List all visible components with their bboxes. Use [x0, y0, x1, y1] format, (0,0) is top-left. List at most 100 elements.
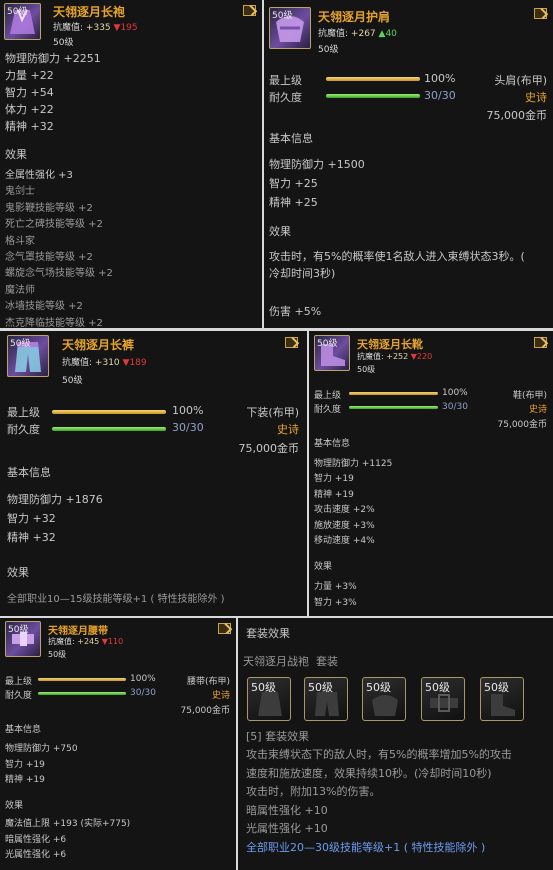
shoulder-level: 50级	[318, 45, 339, 55]
top-level-value: 100%	[442, 388, 468, 398]
set-slot-shoes[interactable]: 50级	[480, 677, 524, 721]
durability-value: 30/30	[442, 402, 468, 412]
resist-down: ▼110	[101, 637, 124, 646]
robe-resist: 抗魔值: +335 ▼195	[53, 20, 138, 33]
shoes-resist: 抗魔值: +252 ▼220	[357, 351, 432, 362]
belt-silhouette-icon	[430, 694, 458, 712]
belt-name: 天翎逐月腰带	[48, 626, 108, 637]
price: 75,000金币	[486, 109, 548, 122]
rarity: 史诗	[211, 691, 230, 701]
effect-line: 全部职业10—15级技能等级+1 ( 特性技能除外 )	[7, 594, 225, 605]
set-slot-shoulder[interactable]: 50级	[362, 677, 406, 721]
set-effect-panel: 套装效果 天翎逐月战袍 套装 50级 50级 50级 50级 50级 [5] 套…	[238, 618, 553, 870]
resist-up: +267	[350, 29, 376, 39]
shoulder-item-icon[interactable]: 50级	[269, 7, 311, 49]
shoes-level-badge: 50级	[317, 339, 338, 349]
price: 75,000金币	[238, 442, 300, 455]
stat-line: 移动速度 +4%	[314, 536, 375, 547]
effects-header: 效果	[5, 801, 24, 811]
set-suffix: 套装	[316, 655, 338, 668]
set-header: 套装效果	[246, 627, 290, 640]
durability-bar	[52, 427, 166, 431]
set-slot-pants[interactable]: 50级	[304, 677, 348, 721]
resist-label: 抗魔值:	[318, 29, 349, 39]
resist-label: 抗魔值:	[53, 23, 84, 33]
stat-line: 物理防御力 +1125	[314, 459, 393, 469]
top-level-bar	[38, 678, 126, 681]
effect-line: 螺旋念气场技能等级 +2	[5, 268, 113, 280]
effect-line: 杰克降临技能等级 +2	[5, 317, 103, 328]
shoes-silhouette-icon	[491, 694, 515, 716]
pants-name: 天翎逐月长裤	[62, 338, 135, 352]
pants-level-badge: 50级	[10, 339, 31, 349]
effect-line: 鬼影鞭技能等级 +2	[5, 202, 93, 214]
stat-line: 智力 +25	[269, 177, 318, 190]
stat-line: 智力 +19	[5, 759, 45, 770]
belt-tooltip: 50级 天翎逐月腰带 抗魔值: +245 ▼110 50级 最上级 100% 耐…	[0, 618, 236, 870]
set-description: 攻击束缚状态下的敌人时，有5%的概率增加5%的攻击 速度和施放速度，效果持续10…	[246, 746, 512, 857]
edit-icon[interactable]	[218, 623, 231, 634]
effect-text: 攻击时，有5%的概率使1名敌人进入束缚状态3秒。( 冷却时间3秒)	[269, 248, 525, 282]
edit-icon[interactable]	[285, 337, 298, 348]
rarity: 史诗	[277, 423, 299, 436]
rarity: 史诗	[528, 405, 547, 415]
basic-info-header: 基本信息	[269, 132, 313, 145]
effect-line: 魔法师	[5, 284, 35, 296]
effect-line: 念气罩技能等级 +2	[5, 252, 93, 264]
set-name: 天翎逐月战袍	[243, 655, 309, 668]
set-desc-line: 攻击时，附加13%的伤害。	[246, 785, 381, 798]
robe-stats: 物理防御力 +2251 力量 +22 智力 +54 体力 +22 精神 +32	[5, 50, 101, 135]
set-tier-label: [5] 套装效果	[246, 730, 310, 743]
resist-up2: ▲40	[378, 29, 397, 39]
top-level-bar	[326, 77, 420, 81]
shoulder-resist: 抗魔值: +267 ▲40	[318, 26, 397, 39]
edit-icon[interactable]	[243, 5, 256, 16]
durability-value: 30/30	[130, 688, 156, 698]
top-level-label: 最上级	[269, 74, 302, 87]
resist-up: +252	[386, 352, 409, 361]
pants-silhouette-icon	[315, 692, 339, 716]
robe-effects: 全属性强化 +3 鬼剑士 鬼影鞭技能等级 +2 死亡之碑技能等级 +2 格斗家 …	[5, 168, 113, 328]
shoes-tooltip: 50级 天翎逐月长靴 抗魔值: +252 ▼220 50级 最上级 100% 耐…	[309, 331, 553, 616]
effect-line: 暗属性强化 +6	[5, 834, 67, 845]
top-level-value: 100%	[130, 674, 156, 684]
stat-line: 精神 +32	[5, 120, 54, 133]
stat-line: 物理防御力 +1876	[7, 493, 103, 506]
damage-line: 伤害 +5%	[269, 305, 322, 318]
pants-item-icon[interactable]: 50级	[7, 335, 49, 377]
robe-item-icon[interactable]: 50级	[4, 3, 41, 40]
edit-icon[interactable]	[534, 337, 547, 348]
robe-effects-header: 效果	[5, 148, 27, 161]
robe-silhouette-icon	[258, 692, 282, 716]
set-slot-robe[interactable]: 50级	[247, 677, 291, 721]
stat-line: 精神 +19	[314, 489, 354, 500]
shoes-item-icon[interactable]: 50级	[314, 335, 350, 371]
top-level-label: 最上级	[314, 391, 342, 401]
robe-name: 天翎逐月长袍	[53, 5, 126, 19]
effect-line: 光属性强化 +6	[5, 850, 67, 860]
robe-tooltip: 50级 天翎逐月长袍 抗魔值: +335 ▼195 50级 物理防御力 +225…	[0, 0, 262, 328]
rarity: 史诗	[525, 91, 547, 104]
robe-level-badge: 50级	[7, 7, 28, 17]
stat-line: 精神 +32	[7, 531, 56, 544]
durability-bar	[349, 406, 438, 409]
resist-down: ▼220	[410, 352, 433, 361]
stat-line: 精神 +19	[5, 775, 45, 785]
durability-bar	[326, 94, 420, 98]
shoulder-silhouette-icon	[372, 695, 398, 716]
basic-info-header: 基本信息	[314, 439, 351, 449]
basic-info-header: 基本信息	[5, 725, 42, 735]
stat-line: 智力 +19	[314, 474, 354, 485]
edit-icon[interactable]	[534, 8, 547, 19]
effect-line: 死亡之碑技能等级 +2	[5, 219, 103, 231]
top-level-label: 最上级	[5, 677, 33, 687]
set-name-line: 天翎逐月战袍 套装	[243, 653, 338, 669]
belt-stats: 物理防御力 +750 智力 +19 精神 +19	[5, 742, 78, 789]
stat-line: 施放速度 +3%	[314, 520, 375, 531]
stat-line: 智力 +54	[5, 86, 54, 99]
shoulder-tooltip: 50级 天翎逐月护肩 抗魔值: +267 ▲40 50级 最上级 100% 耐久…	[264, 0, 553, 328]
resist-down: ▼195	[113, 23, 138, 33]
belt-item-icon[interactable]: 50级	[5, 621, 41, 657]
set-slot-belt[interactable]: 50级	[421, 677, 465, 721]
stat-line: 攻击速度 +2%	[314, 505, 375, 516]
